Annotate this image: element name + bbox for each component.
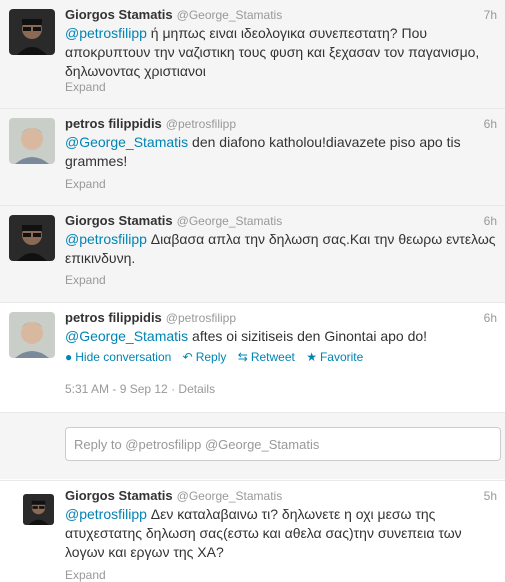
mention-link[interactable]: @petrosfilipp	[65, 506, 147, 522]
user-handle[interactable]: @George_Stamatis	[177, 489, 283, 503]
hide-conversation-button[interactable]: ● Hide conversation	[65, 350, 171, 364]
tweet-header: petros filippidis @petrosfilipp 6h	[65, 310, 497, 326]
tweet-text: @petrosfilipp Δεν καταλαβαινω τι? δηλωνε…	[65, 505, 501, 562]
tweet-time[interactable]: 7h	[484, 8, 497, 22]
user-handle[interactable]: @George_Stamatis	[177, 214, 283, 228]
mention-link[interactable]: @George_Stamatis	[65, 134, 188, 150]
avatar[interactable]	[9, 215, 55, 261]
tweet-time[interactable]: 6h	[484, 117, 497, 131]
user-name[interactable]: Giorgos Stamatis	[65, 7, 173, 22]
avatar[interactable]	[9, 9, 55, 55]
user-name[interactable]: Giorgos Stamatis	[65, 488, 173, 503]
user-name[interactable]: Giorgos Stamatis	[65, 213, 173, 228]
retweet-label: Retweet	[250, 350, 295, 364]
expand-link[interactable]: Expand	[65, 568, 106, 582]
avatar[interactable]	[23, 494, 54, 525]
reply-button[interactable]: ↶ Reply	[183, 350, 227, 364]
expand-link[interactable]: Expand	[65, 80, 106, 94]
tweet-item-expanded[interactable]: petros filippidis @petrosfilipp 6h @Georg…	[0, 303, 505, 413]
reply-area: Reply to @petrosfilipp @George_Stamatis	[0, 413, 505, 479]
tweet-time[interactable]: 5h	[484, 489, 497, 503]
retweet-button[interactable]: ⇆ Retweet	[238, 350, 295, 364]
tweet-header: Giorgos Stamatis @George_Stamatis 5h	[65, 488, 497, 504]
speech-bubble-icon: ●	[65, 350, 73, 364]
tweet-text: @George_Stamatis aftes oi sizitiseis den…	[65, 327, 501, 346]
tweet-header: Giorgos Stamatis @George_Stamatis 7h	[65, 7, 497, 23]
tweet-text: @petrosfilipp Διαβασα απλα την δηλωση σα…	[65, 230, 501, 268]
star-icon: ★	[306, 350, 317, 364]
reply-input[interactable]: Reply to @petrosfilipp @George_Stamatis	[65, 427, 501, 461]
mention-link[interactable]: @George_Stamatis	[65, 328, 188, 344]
expand-link[interactable]: Expand	[65, 273, 106, 287]
user-handle[interactable]: @George_Stamatis	[177, 8, 283, 22]
tweet-text: @petrosfilipp ή μηπως ειναι ιδεολογικα σ…	[65, 24, 501, 81]
reply-label: Reply	[195, 350, 227, 364]
tweet-timestamp-details[interactable]: 5:31 AM - 9 Sep 12 · Details	[65, 382, 215, 396]
tweet-time[interactable]: 6h	[484, 311, 497, 325]
tweet-body: aftes oi sizitiseis den Ginontai apo do!	[188, 328, 428, 344]
mention-link[interactable]: @petrosfilipp	[65, 231, 147, 247]
tweet-item[interactable]: Giorgos Stamatis @George_Stamatis 5h @pet…	[0, 480, 505, 582]
tweet-actions: ● Hide conversation ↶ Reply ⇆ Retweet ★ Favo…	[65, 350, 371, 364]
user-handle[interactable]: @petrosfilipp	[166, 117, 236, 131]
tweet-item[interactable]: Giorgos Stamatis @George_Stamatis 7h @pet…	[0, 0, 505, 109]
tweet-header: petros filippidis @petrosfilipp 6h	[65, 116, 497, 132]
user-name[interactable]: petros filippidis	[65, 310, 162, 325]
favorite-button[interactable]: ★ Favorite	[306, 350, 363, 364]
hide-conversation-label: Hide conversation	[75, 350, 172, 364]
retweet-icon: ⇆	[237, 350, 248, 364]
avatar[interactable]	[9, 312, 55, 358]
tweet-header: Giorgos Stamatis @George_Stamatis 6h	[65, 213, 497, 229]
tweet-item[interactable]: Giorgos Stamatis @George_Stamatis 6h @pet…	[0, 206, 505, 303]
tweet-text: @George_Stamatis den diafono katholou!di…	[65, 133, 501, 171]
tweet-time[interactable]: 6h	[484, 214, 497, 228]
expand-link[interactable]: Expand	[65, 177, 106, 191]
user-name[interactable]: petros filippidis	[65, 116, 162, 131]
reply-arrow-icon: ↶	[182, 350, 193, 364]
mention-link[interactable]: @petrosfilipp	[65, 25, 147, 41]
avatar[interactable]	[9, 118, 55, 164]
favorite-label: Favorite	[319, 350, 364, 364]
user-handle[interactable]: @petrosfilipp	[166, 311, 236, 325]
tweet-item[interactable]: petros filippidis @petrosfilipp 6h @Georg…	[0, 109, 505, 206]
